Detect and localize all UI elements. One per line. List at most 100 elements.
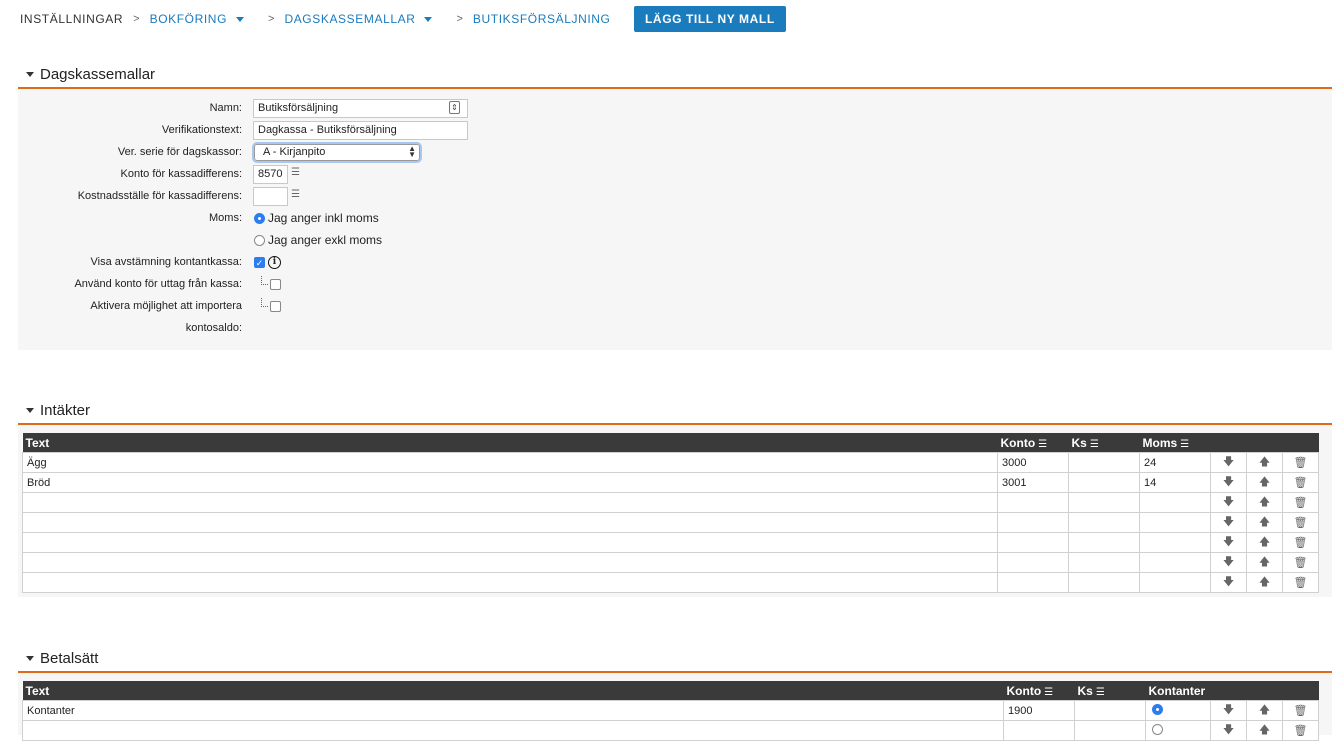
caret-down-icon[interactable] <box>424 17 433 23</box>
row-text[interactable] <box>22 720 1004 741</box>
row-moms[interactable] <box>1139 552 1211 573</box>
arrow-up-icon[interactable]: 🡅 <box>1246 472 1283 493</box>
vat-incl-label[interactable]: Jag anger inkl moms <box>268 211 379 225</box>
row-konto[interactable] <box>997 572 1069 593</box>
column-header-ks[interactable]: Ks ☰ <box>1068 433 1140 453</box>
row-text[interactable]: Ägg <box>22 452 998 473</box>
row-konto[interactable] <box>997 512 1069 533</box>
trash-icon[interactable]: 🗑 <box>1281 552 1320 573</box>
cash-difference-account-input[interactable]: 8570 <box>253 165 288 184</box>
list-icon[interactable]: ☰ <box>1044 687 1053 698</box>
column-header-moms[interactable]: Moms ☰ <box>1139 433 1319 453</box>
show-reconciliation-checkbox[interactable]: ✓ <box>254 257 265 268</box>
translate-icon[interactable]: ⇕ <box>449 101 460 114</box>
name-input[interactable]: Butiksförsäljning <box>253 99 468 118</box>
row-text[interactable] <box>22 532 998 553</box>
import-balance-checkbox[interactable] <box>270 301 281 312</box>
cost-center-input[interactable] <box>253 187 288 206</box>
row-ks[interactable] <box>1068 492 1140 513</box>
row-moms[interactable] <box>1139 512 1211 533</box>
add-new-template-button[interactable]: LÄGG TILL NY MALL <box>634 6 786 32</box>
row-text[interactable] <box>22 552 998 573</box>
withdrawal-account-checkbox[interactable] <box>270 279 281 290</box>
breadcrumb-root[interactable]: INSTÄLLNINGAR <box>20 12 123 26</box>
column-header-konto[interactable]: Konto ☰ <box>1003 681 1075 701</box>
list-icon[interactable]: ☰ <box>1096 687 1105 698</box>
arrow-down-icon[interactable]: 🡇 <box>1210 720 1247 741</box>
row-ks[interactable] <box>1074 720 1146 741</box>
arrow-down-icon[interactable]: 🡇 <box>1210 532 1247 553</box>
arrow-up-icon[interactable]: 🡅 <box>1246 700 1283 721</box>
arrow-down-icon[interactable]: 🡇 <box>1210 512 1247 533</box>
row-ks[interactable] <box>1068 512 1140 533</box>
arrow-down-icon[interactable]: 🡇 <box>1210 700 1247 721</box>
row-moms[interactable] <box>1139 572 1211 593</box>
arrow-down-icon[interactable]: 🡇 <box>1210 492 1247 513</box>
column-header-ks[interactable]: Ks ☰ <box>1074 681 1146 701</box>
column-header-text[interactable]: Text <box>22 433 998 453</box>
trash-icon[interactable]: 🗑 <box>1281 720 1320 741</box>
column-header-text[interactable]: Text <box>22 681 1004 701</box>
arrow-up-icon[interactable]: 🡅 <box>1246 720 1283 741</box>
trash-icon[interactable]: 🗑 <box>1281 492 1320 513</box>
row-konto[interactable] <box>997 552 1069 573</box>
list-icon[interactable]: ☰ <box>291 167 300 178</box>
row-moms[interactable] <box>1139 532 1211 553</box>
row-konto[interactable]: 3000 <box>997 452 1069 473</box>
vat-excl-radio[interactable] <box>254 235 265 246</box>
voucher-series-select[interactable]: A - Kirjanpito ▲ ▼ <box>252 142 422 163</box>
section-header-dagskassemallar[interactable]: Dagskassemallar <box>18 61 1332 89</box>
trash-icon[interactable]: 🗑 <box>1281 532 1320 553</box>
list-icon[interactable]: ☰ <box>1090 439 1099 450</box>
trash-icon[interactable]: 🗑 <box>1281 700 1320 721</box>
row-moms[interactable] <box>1139 492 1211 513</box>
arrow-up-icon[interactable]: 🡅 <box>1246 492 1283 513</box>
vat-incl-radio[interactable] <box>254 213 265 224</box>
caret-down-icon[interactable] <box>236 17 244 23</box>
row-ks[interactable] <box>1068 572 1140 593</box>
row-text[interactable]: Kontanter <box>22 700 1004 721</box>
row-moms[interactable]: 14 <box>1139 472 1211 493</box>
arrow-down-icon[interactable]: 🡇 <box>1210 552 1247 573</box>
breadcrumb-butiksforsaljning[interactable]: BUTIKSFÖRSÄLJNING <box>473 12 611 26</box>
row-text[interactable] <box>22 572 998 593</box>
row-ks[interactable] <box>1074 700 1146 721</box>
row-ks[interactable] <box>1068 552 1140 573</box>
verification-text-input[interactable]: Dagkassa - Butiksförsäljning <box>253 121 468 140</box>
row-moms[interactable]: 24 <box>1139 452 1211 473</box>
arrow-down-icon[interactable]: 🡇 <box>1210 472 1247 493</box>
arrow-down-icon[interactable]: 🡇 <box>1210 572 1247 593</box>
section-header-betalsatt[interactable]: Betalsätt <box>18 645 1332 673</box>
cash-radio[interactable] <box>1152 724 1163 735</box>
cash-radio[interactable] <box>1152 704 1163 715</box>
row-ks[interactable] <box>1068 452 1140 473</box>
trash-icon[interactable]: 🗑 <box>1281 452 1320 473</box>
trash-icon[interactable]: 🗑 <box>1281 512 1320 533</box>
breadcrumb-bokforing[interactable]: BOKFÖRING <box>150 12 244 26</box>
row-konto[interactable] <box>997 492 1069 513</box>
arrow-up-icon[interactable]: 🡅 <box>1246 552 1283 573</box>
info-icon[interactable]: i <box>268 256 281 269</box>
arrow-up-icon[interactable]: 🡅 <box>1246 512 1283 533</box>
breadcrumb-dagskassemallar[interactable]: DAGSKASSEMALLAR <box>284 12 433 26</box>
trash-icon[interactable]: 🗑 <box>1281 572 1320 593</box>
list-icon[interactable]: ☰ <box>291 189 300 200</box>
row-text[interactable] <box>22 492 998 513</box>
row-konto[interactable]: 1900 <box>1003 700 1075 721</box>
arrow-up-icon[interactable]: 🡅 <box>1246 572 1283 593</box>
row-ks[interactable] <box>1068 532 1140 553</box>
list-icon[interactable]: ☰ <box>1038 439 1047 450</box>
row-konto[interactable] <box>1003 720 1075 741</box>
row-text[interactable]: Bröd <box>22 472 998 493</box>
list-icon[interactable]: ☰ <box>1180 439 1189 450</box>
arrow-up-icon[interactable]: 🡅 <box>1246 452 1283 473</box>
section-header-intakter[interactable]: Intäkter <box>18 397 1332 425</box>
row-ks[interactable] <box>1068 472 1140 493</box>
row-konto[interactable] <box>997 532 1069 553</box>
arrow-up-icon[interactable]: 🡅 <box>1246 532 1283 553</box>
trash-icon[interactable]: 🗑 <box>1281 472 1320 493</box>
vat-excl-label[interactable]: Jag anger exkl moms <box>268 233 382 247</box>
row-text[interactable] <box>22 512 998 533</box>
row-konto[interactable]: 3001 <box>997 472 1069 493</box>
column-header-konto[interactable]: Konto ☰ <box>997 433 1069 453</box>
